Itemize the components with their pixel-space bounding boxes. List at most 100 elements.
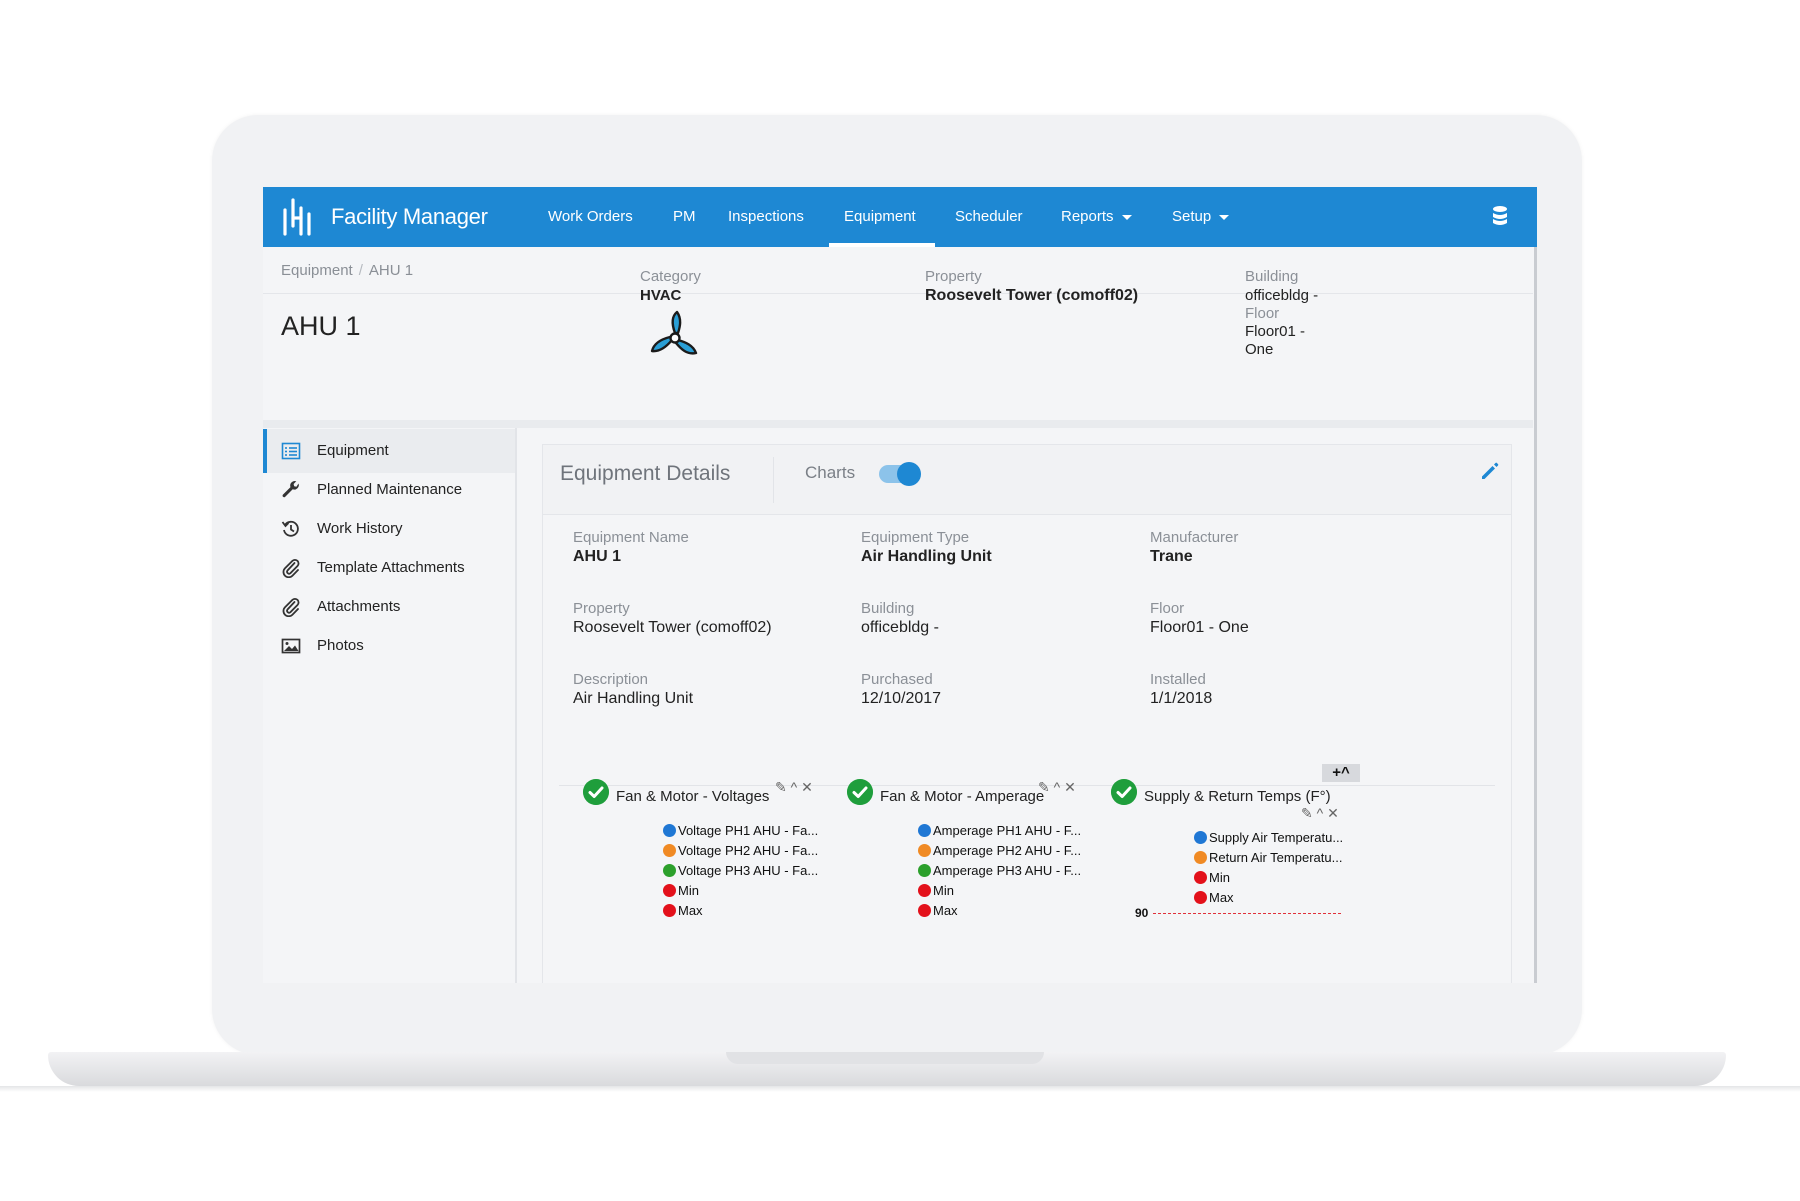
legend-swatch bbox=[663, 904, 676, 917]
paperclip-icon bbox=[282, 558, 300, 578]
check-circle-icon bbox=[1111, 779, 1137, 805]
check-circle-icon bbox=[847, 779, 873, 805]
app-brand[interactable]: Facility Manager bbox=[331, 204, 488, 230]
collapse-icon[interactable]: ^ bbox=[1317, 805, 1324, 821]
breadcrumb-root-link[interactable]: Equipment bbox=[281, 262, 353, 279]
legend-swatch bbox=[1194, 851, 1207, 864]
field-label: Installed bbox=[1150, 671, 1206, 688]
edit-pencil-icon[interactable] bbox=[1479, 460, 1501, 482]
page: Facility Manager Work Orders PM Inspecti… bbox=[0, 0, 1800, 1201]
sidebar-item-label: Equipment bbox=[317, 442, 389, 459]
nav-equipment[interactable]: Equipment bbox=[844, 208, 916, 225]
property-label: Property bbox=[925, 268, 982, 285]
legend-label: Supply Air Temperatu... bbox=[1209, 830, 1344, 845]
legend-item: Voltage PH2 AHU - Fa... bbox=[663, 843, 818, 858]
category-value: HVAC bbox=[640, 287, 682, 304]
list-icon bbox=[281, 442, 301, 460]
check-circle-icon bbox=[583, 779, 609, 805]
floor-value: Floor01 - bbox=[1245, 323, 1306, 340]
floor-label: Floor bbox=[1245, 305, 1280, 322]
legend-swatch bbox=[1194, 871, 1207, 884]
nav-label: Work Orders bbox=[548, 208, 633, 225]
legend-item: Voltage PH3 AHU - Fa... bbox=[663, 863, 818, 878]
equipment-details-panel: Equipment Details Charts Equipment Name … bbox=[542, 444, 1512, 983]
edit-pencil-icon[interactable]: ✎ bbox=[1301, 805, 1313, 821]
field-label: Building bbox=[861, 600, 915, 617]
legend-item: Max bbox=[918, 903, 958, 918]
page-title: AHU 1 bbox=[281, 311, 361, 341]
legend-label: Voltage PH3 AHU - Fa... bbox=[678, 863, 819, 878]
laptop-notch bbox=[726, 1052, 1044, 1064]
legend-item: Max bbox=[1194, 890, 1234, 905]
nav-label: Scheduler bbox=[955, 208, 1023, 225]
breadcrumb-separator: / bbox=[358, 262, 363, 279]
sidebar-item-attachments[interactable]: Attachments bbox=[263, 585, 515, 629]
equipment-name-value: AHU 1 bbox=[573, 548, 622, 565]
legend-swatch bbox=[918, 864, 931, 877]
facility-manager-logo-icon[interactable] bbox=[281, 198, 311, 236]
laptop-shadow bbox=[0, 1086, 1800, 1092]
app-screen: Facility Manager Work Orders PM Inspecti… bbox=[263, 187, 1537, 983]
database-icon[interactable] bbox=[1492, 205, 1508, 227]
building-label: Building bbox=[1245, 268, 1299, 285]
legend-swatch bbox=[663, 824, 676, 837]
field-label: Equipment Name bbox=[573, 529, 689, 546]
field-label: Property bbox=[573, 600, 630, 617]
property-value: Roosevelt Tower (comoff02) bbox=[925, 287, 1139, 304]
sidebar-item-label: Photos bbox=[317, 637, 364, 654]
nav-scheduler[interactable]: Scheduler bbox=[955, 208, 1023, 225]
description-value: Air Handling Unit bbox=[573, 690, 694, 707]
legend-label: Return Air Temperatu... bbox=[1209, 850, 1343, 865]
charts-toggle[interactable] bbox=[879, 462, 921, 486]
legend-swatch bbox=[663, 844, 676, 857]
legend-item: Amperage PH2 AHU - F... bbox=[918, 843, 1081, 858]
field-label: Equipment Type bbox=[861, 529, 970, 546]
legend-item: Amperage PH3 AHU - F... bbox=[918, 863, 1081, 878]
sidebar-item-planned-maintenance[interactable]: Planned Maintenance bbox=[263, 468, 515, 512]
widget-controls: ✎ ^ ✕ bbox=[1038, 779, 1076, 796]
nav-inspections[interactable]: Inspections bbox=[728, 208, 804, 225]
scrollbar[interactable] bbox=[1534, 245, 1537, 983]
edit-pencil-icon[interactable]: ✎ bbox=[775, 779, 787, 795]
close-icon[interactable]: ✕ bbox=[801, 779, 813, 795]
nav-setup[interactable]: Setup bbox=[1172, 208, 1230, 225]
legend-item: Supply Air Temperatu... bbox=[1194, 830, 1343, 845]
sidebar-item-template-attachments[interactable]: Template Attachments bbox=[263, 546, 515, 590]
close-icon[interactable]: ✕ bbox=[1064, 779, 1076, 795]
divider bbox=[773, 457, 774, 503]
max-limit-line bbox=[1153, 913, 1341, 914]
collapse-icon[interactable]: ^ bbox=[1054, 779, 1061, 795]
close-icon[interactable]: ✕ bbox=[1327, 805, 1339, 821]
sidebar-item-label: Work History bbox=[317, 520, 403, 537]
panel-title: Equipment Details bbox=[560, 462, 731, 485]
nav-label: Equipment bbox=[844, 208, 916, 225]
building-value: officebldg - bbox=[1245, 287, 1319, 304]
legend-swatch bbox=[918, 904, 931, 917]
legend-item: Max bbox=[663, 903, 703, 918]
installed-value: 1/1/2018 bbox=[1150, 690, 1213, 707]
field-label: Description bbox=[573, 671, 649, 688]
sidebar-item-photos[interactable]: Photos bbox=[263, 624, 515, 668]
legend-label: Amperage PH2 AHU - F... bbox=[933, 843, 1082, 858]
add-chart-button[interactable]: +^ bbox=[1322, 764, 1360, 782]
nav-reports[interactable]: Reports bbox=[1061, 208, 1132, 225]
edit-pencil-icon[interactable]: ✎ bbox=[1038, 779, 1050, 795]
history-icon bbox=[281, 520, 299, 537]
panel-header: Equipment Details Charts bbox=[543, 445, 1511, 515]
field-label: Manufacturer bbox=[1150, 529, 1239, 546]
caret-down-icon bbox=[1121, 214, 1132, 220]
caret-down-icon bbox=[1219, 214, 1230, 220]
legend-swatch bbox=[663, 884, 676, 897]
sidebar-item-equipment[interactable]: Equipment bbox=[263, 429, 515, 473]
legend-label: Min bbox=[678, 883, 699, 898]
legend-label: Max bbox=[1209, 890, 1234, 905]
sidebar-item-work-history[interactable]: Work History bbox=[263, 507, 515, 551]
purchased-value: 12/10/2017 bbox=[861, 690, 942, 707]
floor-value: One bbox=[1245, 341, 1274, 358]
image-icon bbox=[281, 638, 301, 654]
nav-pm[interactable]: PM bbox=[673, 208, 696, 225]
nav-work-orders[interactable]: Work Orders bbox=[548, 208, 633, 225]
manufacturer-value: Trane bbox=[1150, 548, 1193, 565]
divider bbox=[263, 293, 1533, 294]
collapse-icon[interactable]: ^ bbox=[791, 779, 798, 795]
